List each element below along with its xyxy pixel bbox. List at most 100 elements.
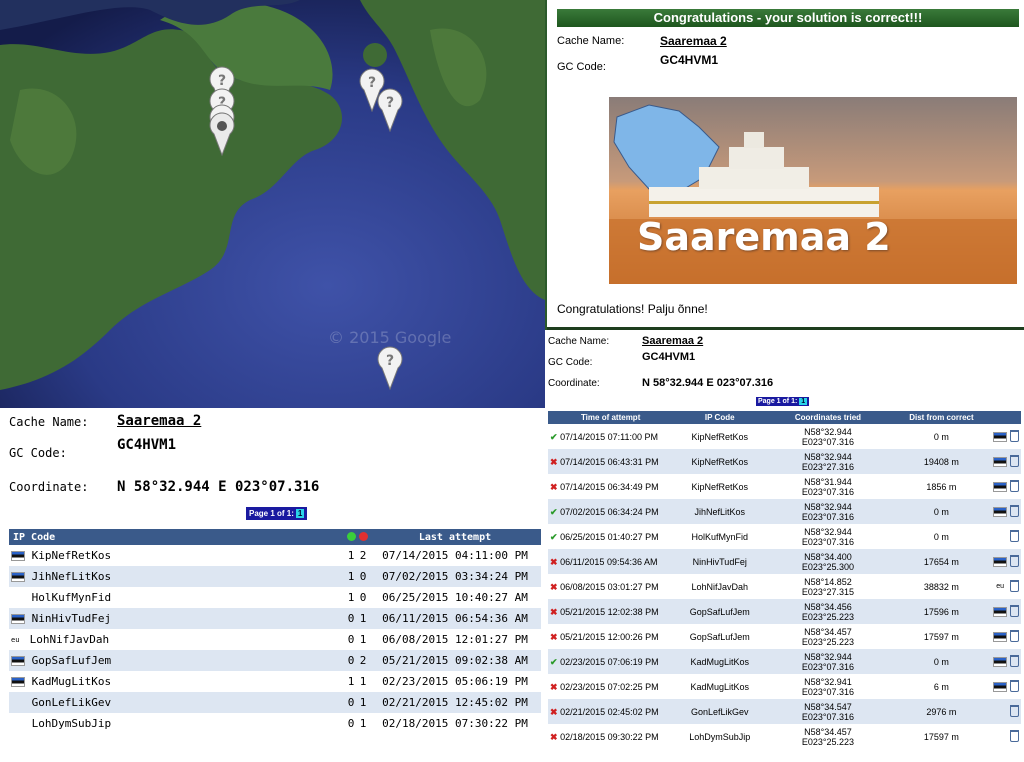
ip-code: LohNifJavDah: [29, 633, 110, 646]
ip-code: GopSafLufJem: [689, 631, 750, 642]
cache-name-link[interactable]: Saaremaa 2: [660, 34, 727, 48]
table-row[interactable]: JihNefLitKos 1 0 07/02/2015 03:34:24 PM: [9, 566, 541, 587]
flag-icon: eu: [996, 583, 1005, 591]
success-count: 1: [345, 566, 357, 587]
attempt-time: 06/25/2015 01:40:27 PM: [560, 531, 659, 542]
svg-text:?: ?: [386, 353, 394, 369]
table-row[interactable]: ✖ 05/21/2015 12:00:26 PM GopSafLufJem N58°…: [548, 624, 1021, 649]
svg-text:?: ?: [386, 95, 394, 111]
coords-tried: N58°32.944 E023°27.316: [766, 449, 890, 474]
table-row[interactable]: ✔ 07/14/2015 07:11:00 PM KipNefRetKos N58°…: [548, 424, 1021, 449]
distance: 17596 m: [889, 599, 994, 624]
delete-icon[interactable]: [1009, 529, 1019, 542]
flag-icon: [993, 606, 1008, 617]
flag-icon: [993, 656, 1008, 667]
delete-icon[interactable]: [1009, 579, 1019, 592]
question-mark-icon[interactable]: ?: [376, 346, 404, 390]
coordinate-label: Coordinate:: [548, 378, 600, 389]
success-count: 1: [347, 675, 355, 688]
flag-icon: eu: [11, 636, 20, 644]
congrats-message: Congratulations! Palju õnne!: [557, 302, 708, 316]
flag-icon: [993, 481, 1008, 492]
coord-east: E023°25.300: [801, 561, 855, 572]
table-row[interactable]: ✔ 02/23/2015 07:06:19 PM KadMugLitKos N58°…: [548, 649, 1021, 674]
table-row[interactable]: eu LohNifJavDah 0 1 06/08/2015 12:01:27 PM: [9, 629, 541, 650]
question-mark-icon[interactable]: ?: [376, 88, 404, 132]
distance: 2976 m: [889, 699, 994, 724]
table-row[interactable]: LohDymSubJip 0 1 02/18/2015 07:30:22 PM: [9, 713, 541, 734]
attempt-time: 05/21/2015 12:00:26 PM: [560, 631, 659, 642]
coords-tried: N58°34.547 E023°07.316: [766, 699, 890, 724]
check-icon: ✔: [550, 431, 558, 442]
cache-name-label: Cache Name:: [9, 415, 89, 429]
page-button[interactable]: 1: [295, 509, 305, 518]
cross-icon: ✖: [550, 456, 558, 467]
table-row[interactable]: KadMugLitKos 1 1 02/23/2015 05:06:19 PM: [9, 671, 541, 692]
coordinate-label: Coordinate:: [9, 480, 89, 494]
delete-icon[interactable]: [1009, 679, 1019, 692]
delete-icon[interactable]: [1009, 454, 1019, 467]
last-attempt: 06/25/2015 10:40:27 AM: [382, 591, 528, 604]
ip-code: GopSafLufJem: [673, 599, 767, 624]
column-ip-code: IP Code: [673, 411, 767, 424]
attempt-time: 07/14/2015 07:11:00 PM: [560, 431, 658, 442]
cache-name-link[interactable]: Saaremaa 2: [117, 413, 201, 429]
column-fail: [357, 529, 369, 545]
table-row[interactable]: ✖ 07/14/2015 06:43:31 PM KipNefRetKos N58°…: [548, 449, 1021, 474]
delete-icon[interactable]: [1009, 504, 1019, 517]
cross-icon: ✖: [550, 581, 558, 592]
last-attempt: 07/02/2015 03:34:24 PM: [369, 566, 541, 587]
distance: 1856 m: [926, 481, 957, 492]
delete-icon[interactable]: [1009, 554, 1019, 567]
table-row[interactable]: KipNefRetKos 1 2 07/14/2015 04:11:00 PM: [9, 545, 541, 566]
satellite-map[interactable]: © 2015 Google ??????: [0, 0, 545, 408]
ip-code: HolKufMynFid: [691, 531, 748, 542]
success-count: 0: [347, 717, 355, 730]
table-row[interactable]: ✖ 02/23/2015 07:02:25 PM KadMugLitKos N58°…: [548, 674, 1021, 699]
table-row[interactable]: ✔ 06/25/2015 01:40:27 PM HolKufMynFid N58°…: [548, 524, 1021, 549]
page-button[interactable]: 1: [799, 398, 808, 405]
delete-icon[interactable]: [1009, 629, 1019, 642]
fail-icon: [358, 532, 368, 541]
delete-icon[interactable]: [1009, 604, 1019, 617]
table-row[interactable]: ✖ 02/21/2015 02:45:02 PM GonLefLikGev N58°…: [548, 699, 1021, 724]
distance: 17597 m: [923, 731, 959, 742]
table-row[interactable]: ✖ 06/11/2015 09:54:36 AM NinHivTudFej N58°…: [548, 549, 1021, 574]
attempts-summary-panel: Cache Name: Saaremaa 2 GC Code: GC4HVM1 …: [0, 408, 545, 762]
table-row[interactable]: GonLefLikGev 0 1 02/21/2015 12:45:02 PM: [9, 692, 541, 713]
table-row[interactable]: ✖ 02/18/2015 09:30:22 PM LohDymSubJip N58°…: [548, 724, 1021, 749]
delete-icon[interactable]: [1009, 429, 1019, 442]
attempts-detail-panel: Cache Name: Saaremaa 2 GC Code: GC4HVM1 …: [545, 330, 1024, 762]
flag-icon: [11, 551, 25, 561]
table-row[interactable]: HolKufMynFid 1 0 06/25/2015 10:40:27 AM: [9, 587, 541, 608]
flag-icon: [11, 677, 25, 687]
coords-tried: N58°14.852 E023°27.315: [766, 574, 890, 599]
last-attempt: 02/23/2015 05:06:19 PM: [382, 675, 528, 688]
cross-icon: ✖: [550, 631, 558, 642]
cross-icon: ✖: [550, 481, 558, 492]
table-row[interactable]: NinHivTudFej 0 1 06/11/2015 06:54:36 AM: [9, 608, 541, 629]
last-attempt: 07/14/2015 04:11:00 PM: [382, 549, 528, 562]
cache-name-label: Cache Name:: [548, 336, 610, 347]
delete-icon[interactable]: [1009, 479, 1019, 492]
user-location-icon[interactable]: [208, 112, 236, 156]
success-panel: Congratulations - your solution is corre…: [545, 0, 1024, 330]
coord-east: E023°25.223: [801, 736, 855, 747]
delete-icon[interactable]: [1009, 704, 1019, 717]
cross-icon: ✖: [550, 606, 558, 617]
delete-icon[interactable]: [1009, 729, 1019, 742]
table-row[interactable]: ✔ 07/02/2015 06:34:24 PM JihNefLitKos N58°…: [548, 499, 1021, 524]
coords-tried: N58°32.944 E023°07.316: [766, 524, 890, 549]
table-row[interactable]: ✖ 06/08/2015 03:01:27 PM LohNifJavDah N58°…: [548, 574, 1021, 599]
ip-code: LohDymSubJip: [31, 717, 112, 730]
gc-code-label: GC Code:: [557, 61, 606, 73]
cache-name-link[interactable]: Saaremaa 2: [642, 335, 703, 347]
fail-count: 1: [357, 692, 369, 713]
flag-icon: [993, 506, 1008, 517]
delete-icon[interactable]: [1009, 654, 1019, 667]
table-row[interactable]: ✖ 05/21/2015 12:02:38 PM GopSafLufJem N58°…: [548, 599, 1021, 624]
coord-east: E023°07.316: [801, 661, 855, 672]
table-row[interactable]: ✖ 07/14/2015 06:34:49 PM KipNefRetKos N58°…: [548, 474, 1021, 499]
coord-north: N58°34.457: [804, 726, 852, 737]
table-row[interactable]: GopSafLufJem 0 2 05/21/2015 09:02:38 AM: [9, 650, 541, 671]
